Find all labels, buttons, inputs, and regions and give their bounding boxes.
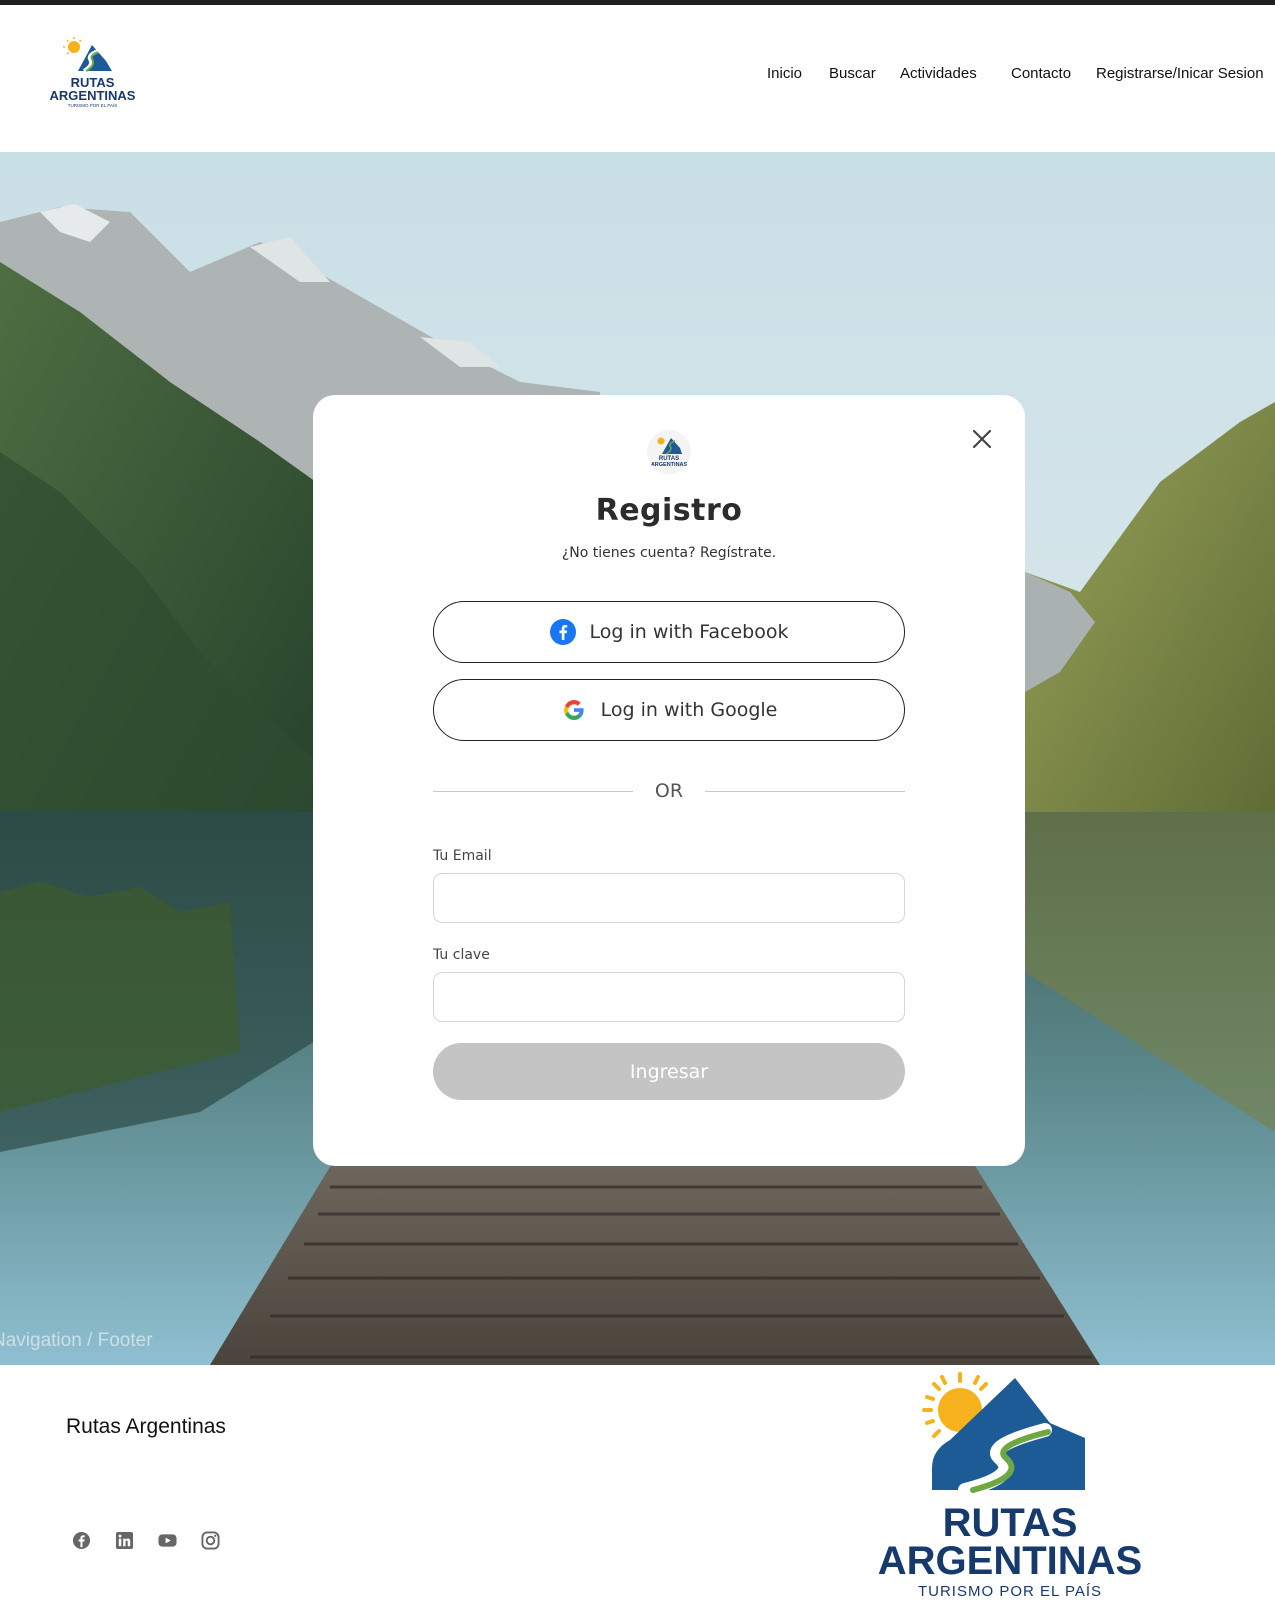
sun-icon xyxy=(63,37,82,55)
password-label: Tu clave xyxy=(433,947,490,963)
google-icon xyxy=(561,697,587,723)
facebook-login-button[interactable]: Log in with Facebook xyxy=(433,601,905,663)
ingresar-button[interactable]: Ingresar xyxy=(433,1043,905,1100)
google-login-label: Log in with Google xyxy=(600,699,778,721)
facebook-icon xyxy=(549,619,576,645)
modal-logo-line2: ARGENTINAS xyxy=(651,462,688,468)
header: RUTAS ARGENTINAS TURISMO POR EL PAÍS Ini… xyxy=(0,5,1275,152)
registration-modal: RUTAS ARGENTINAS Registro ¿No tienes cue… xyxy=(313,395,1025,1166)
footer-brand-name: Rutas Argentinas xyxy=(66,1415,226,1438)
instagram-icon[interactable] xyxy=(201,1531,220,1550)
hero-caption: Navigation / Footer xyxy=(0,1330,153,1351)
modal-subtitle[interactable]: ¿No tienes cuenta? Regístrate. xyxy=(313,545,1025,561)
footer-logo: RUTAS ARGENTINAS TURISMO POR EL PAÍS xyxy=(878,1372,1142,1600)
sun-icon xyxy=(657,437,665,445)
modal-logo: RUTAS ARGENTINAS xyxy=(647,430,691,474)
modal-logo-graphic: RUTAS ARGENTINAS xyxy=(651,437,688,468)
footer: Rutas Argentinas RUTAS ARGENTINAS TURISM… xyxy=(0,1365,1275,1600)
facebook-icon[interactable] xyxy=(72,1531,91,1550)
footer-logo-tagline: TURISMO POR EL PAÍS xyxy=(918,1583,1102,1600)
password-field[interactable] xyxy=(433,972,905,1022)
nav-inicio[interactable]: Inicio xyxy=(767,65,802,82)
mountain-icon xyxy=(662,438,682,454)
header-logo-tagline: TURISMO POR EL PAÍS xyxy=(68,102,118,108)
or-divider: OR xyxy=(433,780,905,804)
page: RUTAS ARGENTINAS TURISMO POR EL PAÍS Ini… xyxy=(0,0,1275,1600)
nav-registrarse[interactable]: Registrarse/Inicar Sesion xyxy=(1096,65,1264,82)
email-label: Tu Email xyxy=(433,848,492,864)
email-field[interactable] xyxy=(433,873,905,923)
linkedin-icon[interactable] xyxy=(115,1531,134,1550)
youtube-icon[interactable] xyxy=(158,1531,177,1550)
footer-logo-line2: ARGENTINAS xyxy=(878,1539,1142,1583)
nav-contacto[interactable]: Contacto xyxy=(1011,65,1071,82)
google-login-button[interactable]: Log in with Google xyxy=(433,679,905,741)
nav-buscar[interactable]: Buscar xyxy=(829,65,876,82)
main-nav: Inicio Buscar Actividades Contacto Regis… xyxy=(0,65,1275,95)
footer-social-links xyxy=(72,1531,220,1550)
divider-label: OR xyxy=(654,780,684,802)
nav-actividades[interactable]: Actividades xyxy=(900,65,977,82)
close-icon[interactable] xyxy=(968,425,996,453)
modal-title: Registro xyxy=(595,493,743,528)
facebook-login-label: Log in with Facebook xyxy=(589,621,789,643)
